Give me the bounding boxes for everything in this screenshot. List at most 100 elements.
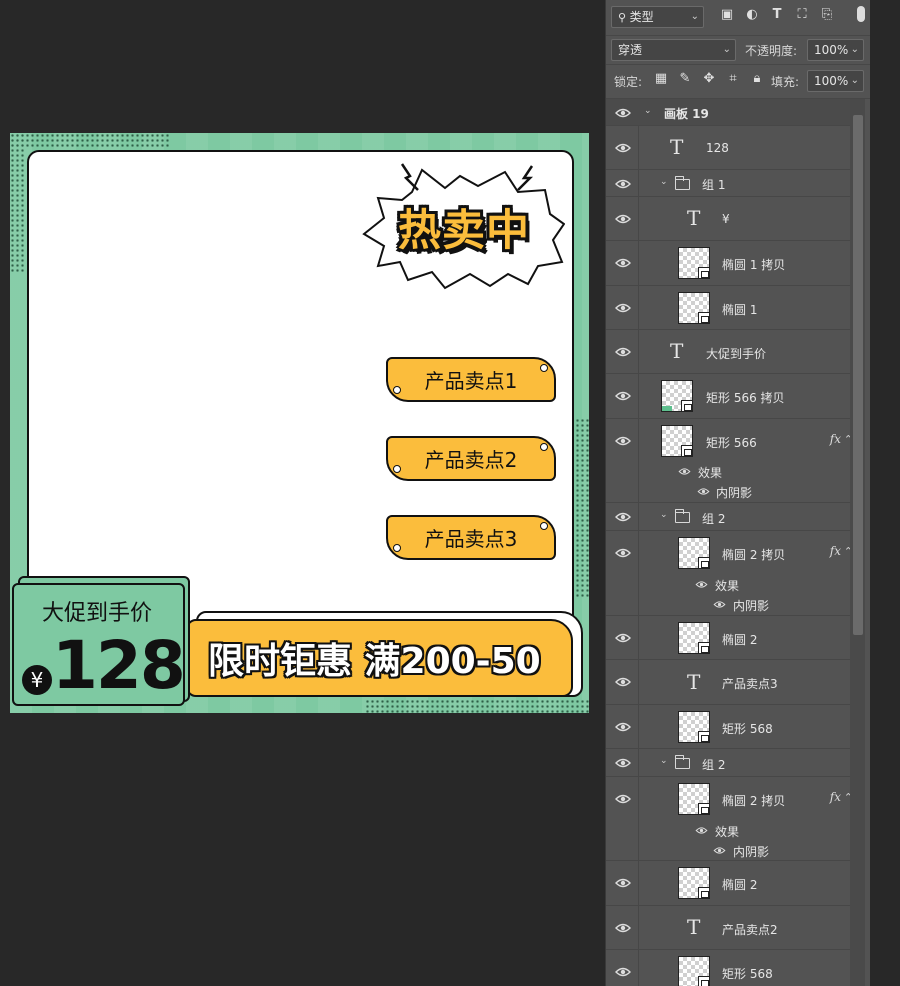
row-divider (638, 749, 639, 776)
lock-paint-icon[interactable]: ✎ (678, 72, 692, 86)
fx-icon[interactable]: fx (830, 790, 841, 804)
layer-row-shape-with-effects[interactable]: 矩形 566 fx ⌃ 效果 内阴影 (606, 419, 853, 503)
fx-icon[interactable]: fx (830, 432, 841, 446)
layer-row-shape[interactable]: 椭圆 1 (606, 286, 853, 330)
chevron-down-icon[interactable]: ⌄ (644, 106, 652, 116)
layer-row-group[interactable]: ⌄ 组 2 (606, 503, 853, 531)
eye-icon[interactable] (615, 346, 631, 358)
eye-icon[interactable] (615, 547, 631, 559)
eye-icon[interactable] (695, 580, 708, 589)
layer-row-shape-with-effects[interactable]: 椭圆 2 拷贝 fx ⌃ 效果 内阴影 (606, 531, 853, 616)
layer-row-text[interactable]: T 大促到手价 (606, 330, 853, 374)
tag-hole (540, 522, 548, 530)
layer-row-shape-with-effects[interactable]: 椭圆 2 拷贝 fx ⌃ 效果 内阴影 (606, 777, 853, 861)
chevron-down-icon[interactable]: ⌄ (660, 510, 668, 520)
row-divider (638, 705, 639, 748)
type-filter-icon[interactable]: T (770, 8, 784, 22)
layer-list: ⌄ 画板 19 T 128 ⌄ 组 1 T ¥ 椭圆 1 拷贝 椭圆 1 T 大… (606, 99, 853, 986)
layer-name: ¥ (722, 212, 730, 226)
eye-icon[interactable] (615, 257, 631, 269)
layer-row-shape[interactable]: 椭圆 2 (606, 861, 853, 906)
hot-sale-title: 热卖中 (398, 206, 530, 256)
opacity-field[interactable]: 100% ⌄ (807, 39, 864, 61)
photoshop-window: { "canvas": { "hot_badge": "热卖中", "selli… (0, 0, 900, 986)
eye-icon[interactable] (615, 142, 631, 154)
layer-row-text[interactable]: T 产品卖点3 (606, 660, 853, 705)
layer-row-shape[interactable]: 矩形 566 拷贝 (606, 374, 853, 419)
halftone-dots (575, 418, 589, 598)
eye-icon[interactable] (615, 390, 631, 402)
eye-icon[interactable] (615, 178, 631, 190)
text-layer-icon: T (687, 206, 701, 230)
eye-icon[interactable] (695, 826, 708, 835)
row-divider (638, 330, 639, 373)
layer-row-shape[interactable]: 椭圆 2 (606, 616, 853, 660)
layer-row-text[interactable]: T 产品卖点2 (606, 906, 853, 950)
layer-row-shape[interactable]: 矩形 568 (606, 705, 853, 749)
chevron-down-icon[interactable]: ⌄ (660, 756, 668, 766)
layer-row-group[interactable]: ⌄ 组 1 (606, 170, 853, 197)
layer-thumbnail (678, 711, 710, 743)
shape-filter-icon[interactable]: ⛶ (795, 8, 809, 22)
eye-icon[interactable] (615, 721, 631, 733)
row-divider (638, 660, 639, 704)
eye-icon[interactable] (713, 846, 726, 855)
layers-scrollbar-thumb[interactable] (853, 115, 863, 635)
text-layer-icon: T (687, 670, 701, 694)
image-filter-icon[interactable]: ▣ (720, 8, 734, 22)
eye-icon[interactable] (615, 922, 631, 934)
lock-transparent-icon[interactable]: ▦ (654, 72, 668, 86)
row-divider (638, 861, 639, 905)
tag-hole (540, 443, 548, 451)
layer-name: 产品卖点3 (722, 677, 778, 691)
eye-icon[interactable] (713, 600, 726, 609)
layer-filter-row: ⚲ 类型 ⌄ ▣ ◐ T ⛶ ⎘ (606, 0, 871, 36)
effect-inner-shadow: 内阴影 (733, 845, 770, 859)
row-divider (638, 950, 639, 986)
eye-icon[interactable] (615, 107, 631, 119)
layer-thumbnail (678, 537, 710, 569)
eye-icon[interactable] (615, 757, 631, 769)
layer-thumbnail (661, 380, 693, 412)
vector-mask-icon (698, 731, 710, 743)
tag-hole (393, 386, 401, 394)
layer-row-text[interactable]: T 128 (606, 126, 853, 170)
layer-row-text[interactable]: T ¥ (606, 197, 853, 241)
lock-all-icon[interactable]: 🔒︎ (750, 72, 764, 86)
blend-mode-select[interactable]: 穿透 ⌄ (611, 39, 736, 61)
smart-object-filter-icon[interactable]: ⎘ (820, 8, 834, 22)
chevron-down-icon[interactable]: ⌄ (660, 177, 668, 187)
layer-row-shape[interactable]: 矩形 568 (606, 950, 853, 986)
fill-field[interactable]: 100% ⌄ (807, 70, 864, 92)
layer-row-artboard[interactable]: ⌄ 画板 19 (606, 99, 853, 126)
layer-row-shape[interactable]: 椭圆 1 拷贝 (606, 241, 853, 286)
adjustment-filter-icon[interactable]: ◐ (745, 8, 759, 22)
fx-icon[interactable]: fx (830, 544, 841, 558)
eye-icon[interactable] (615, 435, 631, 447)
eye-icon[interactable] (615, 302, 631, 314)
folder-icon (674, 509, 690, 523)
filter-toggle[interactable] (857, 6, 865, 22)
eye-icon[interactable] (615, 966, 631, 978)
eye-icon[interactable] (615, 213, 631, 225)
lock-move-icon[interactable]: ✥ (702, 72, 716, 86)
eye-icon[interactable] (615, 511, 631, 523)
effects-label: 效果 (715, 579, 740, 593)
row-divider (638, 170, 639, 196)
eye-icon[interactable] (615, 676, 631, 688)
row-divider (638, 286, 639, 329)
fill-value: 100% (814, 74, 849, 88)
eye-icon[interactable] (615, 793, 631, 805)
eye-icon[interactable] (678, 467, 691, 476)
eye-icon[interactable] (697, 487, 710, 496)
lock-artboard-icon[interactable]: ⌗ (726, 72, 740, 86)
layer-thumbnail (678, 783, 710, 815)
row-divider (638, 241, 639, 285)
eye-icon[interactable] (615, 877, 631, 889)
layer-row-group[interactable]: ⌄ 组 2 (606, 749, 853, 777)
filter-kind-select[interactable]: ⚲ 类型 ⌄ (611, 6, 704, 28)
eye-icon[interactable] (615, 632, 631, 644)
selling-point-tag-3: 产品卖点3 (386, 515, 556, 560)
row-divider (638, 374, 639, 418)
thumb-color-swatch (662, 406, 672, 411)
